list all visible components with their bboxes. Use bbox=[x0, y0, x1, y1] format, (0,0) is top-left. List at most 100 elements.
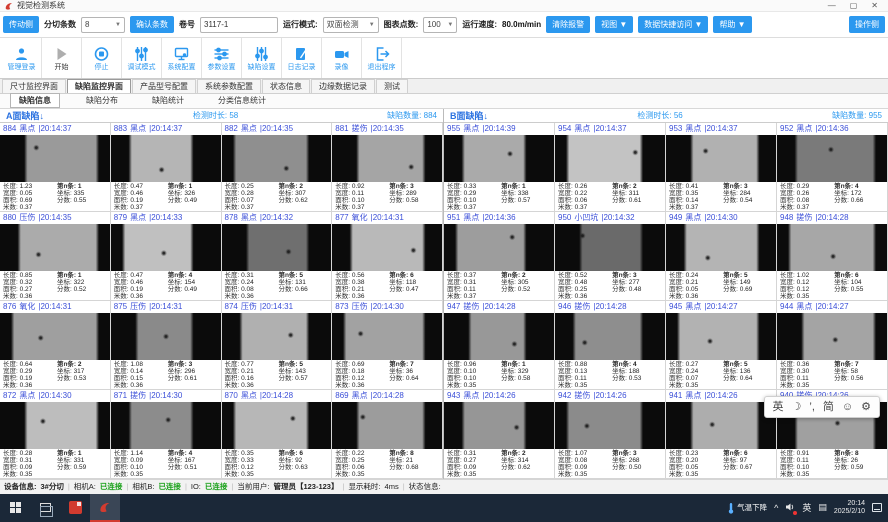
exit-program-button[interactable]: 退出程序 bbox=[362, 38, 402, 77]
hidden-icons-chevron[interactable]: ^ bbox=[774, 503, 778, 513]
defect-cell[interactable]: 878 黑点 |20:14:32 长度: 0.31 宽度: 0.24 面积: 0… bbox=[222, 212, 333, 301]
tab-product-config[interactable]: 产品型号配置 bbox=[132, 79, 196, 93]
defect-cell[interactable]: 941 黑点 |20:14:26 长度: 0.23 宽度: 0.20 面积: 0… bbox=[666, 390, 777, 479]
defect-cell[interactable]: 953 黑点 |20:14:37 长度: 0.41 宽度: 0.35 面积: 0… bbox=[666, 123, 777, 212]
defect-cell[interactable]: 884 黑点 |20:14:37 长度: 1.23 宽度: 0.05 面积: 0… bbox=[0, 123, 111, 212]
defect-cell[interactable]: 954 黑点 |20:14:37 长度: 0.26 宽度: 0.22 面积: 0… bbox=[555, 123, 666, 212]
chart-points-select[interactable]: 100▼ bbox=[423, 17, 457, 33]
defect-image[interactable] bbox=[666, 224, 776, 271]
defect-cell[interactable]: 881 搓伤 |20:14:35 长度: 0.92 宽度: 0.11 面积: 0… bbox=[332, 123, 443, 212]
subtab-defect-stats[interactable]: 缺陷统计 bbox=[144, 94, 192, 107]
defect-cell[interactable]: 945 黑点 |20:14:27 长度: 0.27 宽度: 0.24 面积: 0… bbox=[666, 301, 777, 390]
defect-settings-button[interactable]: 缺陷设置 bbox=[242, 38, 282, 77]
confirm-count-button[interactable]: 确认条数 bbox=[130, 16, 174, 33]
admin-login-button[interactable]: 管理登录 bbox=[2, 38, 42, 77]
param-settings-button[interactable]: 参数设置 bbox=[202, 38, 242, 77]
close-icon[interactable]: ✕ bbox=[871, 1, 878, 11]
defect-cell[interactable]: 942 搓伤 |20:14:26 长度: 1.07 宽度: 0.08 面积: 0… bbox=[555, 390, 666, 479]
defect-cell[interactable]: 883 黑点 |20:14:37 长度: 0.47 宽度: 0.46 面积: 0… bbox=[111, 123, 222, 212]
defect-image[interactable] bbox=[777, 224, 887, 271]
action-center-icon[interactable] bbox=[872, 503, 882, 512]
clear-alarm-button[interactable]: 清除报警 bbox=[546, 16, 590, 33]
tab-status-info[interactable]: 状态信息 bbox=[262, 79, 310, 93]
defect-cell[interactable]: 950 小凹坑 |20:14:32 长度: 0.52 宽度: 0.48 面积: … bbox=[555, 212, 666, 301]
defect-cell[interactable]: 946 搓伤 |20:14:28 长度: 0.88 宽度: 0.13 面积: 0… bbox=[555, 301, 666, 390]
defect-cell[interactable]: 952 黑点 |20:14:36 长度: 0.29 宽度: 0.26 面积: 0… bbox=[777, 123, 888, 212]
defect-cell[interactable]: 875 压伤 |20:14:31 长度: 1.08 宽度: 0.14 面积: 0… bbox=[111, 301, 222, 390]
defect-image[interactable] bbox=[332, 135, 442, 182]
weather-widget[interactable]: 气温下降 bbox=[727, 502, 767, 514]
defect-cell[interactable]: 955 黑点 |20:14:39 长度: 0.33 宽度: 0.29 面积: 0… bbox=[444, 123, 555, 212]
defect-cell[interactable]: 949 黑点 |20:14:30 长度: 0.24 宽度: 0.21 面积: 0… bbox=[666, 212, 777, 301]
defect-image[interactable] bbox=[222, 313, 332, 360]
defect-image[interactable] bbox=[555, 135, 665, 182]
subtab-defect-info[interactable]: 缺陷信息 bbox=[10, 93, 60, 108]
defect-cell[interactable]: 872 黑点 |20:14:30 长度: 0.28 宽度: 0.31 面积: 0… bbox=[0, 390, 111, 479]
defect-image[interactable] bbox=[222, 402, 332, 449]
debug-mode-button[interactable]: 调试模式 bbox=[122, 38, 162, 77]
defect-image[interactable] bbox=[444, 402, 554, 449]
panel-b-title[interactable]: B面缺陷↓ bbox=[450, 109, 488, 122]
subtab-class-info-stats[interactable]: 分类信息统计 bbox=[210, 94, 274, 107]
defect-image[interactable] bbox=[0, 224, 110, 271]
defect-image[interactable] bbox=[222, 135, 332, 182]
task-view-button[interactable] bbox=[30, 494, 60, 522]
tab-test[interactable]: 测试 bbox=[376, 79, 408, 93]
defect-image[interactable] bbox=[0, 135, 110, 182]
defect-cell[interactable]: 876 氧化 |20:14:31 长度: 0.64 宽度: 0.29 面积: 0… bbox=[0, 301, 111, 390]
ime-simplified-toggle[interactable]: 简 bbox=[823, 397, 834, 417]
tab-size-monitor[interactable]: 尺寸监控界面 bbox=[2, 79, 66, 93]
stop-button[interactable]: 停止 bbox=[82, 38, 122, 77]
start-menu-button[interactable] bbox=[0, 494, 30, 522]
ime-punctuation-toggle[interactable]: ’, bbox=[809, 397, 815, 417]
touch-keyboard-icon[interactable]: ▤ bbox=[818, 502, 827, 513]
data-quick-access-button[interactable]: 数据快捷访问 ▼ bbox=[638, 16, 708, 33]
defect-image[interactable] bbox=[111, 313, 221, 360]
defect-image[interactable] bbox=[111, 402, 221, 449]
defect-image[interactable] bbox=[666, 402, 776, 449]
volume-button[interactable] bbox=[785, 502, 795, 514]
help-menu-button[interactable]: 帮助 ▼ bbox=[713, 16, 751, 33]
tab-edge-data[interactable]: 边缘数据记录 bbox=[311, 79, 375, 93]
operate-side-button[interactable]: 操作侧 bbox=[849, 16, 885, 33]
defect-image[interactable] bbox=[666, 135, 776, 182]
minimize-icon[interactable]: — bbox=[828, 1, 836, 11]
defect-image[interactable] bbox=[111, 224, 221, 271]
defect-image[interactable] bbox=[666, 313, 776, 360]
defect-cell[interactable]: 870 黑点 |20:14:28 长度: 0.35 宽度: 0.33 面积: 0… bbox=[222, 390, 333, 479]
run-mode-select[interactable]: 双面检测▼ bbox=[323, 17, 379, 33]
system-config-button[interactable]: 系统配置 bbox=[162, 38, 202, 77]
defect-image[interactable] bbox=[0, 313, 110, 360]
defect-image[interactable] bbox=[777, 135, 887, 182]
moon-icon[interactable]: ☽ bbox=[792, 397, 802, 417]
defect-cell[interactable]: 877 氧化 |20:14:31 长度: 0.56 宽度: 0.38 面积: 0… bbox=[332, 212, 443, 301]
defect-image[interactable] bbox=[444, 313, 554, 360]
defect-cell[interactable]: 873 压伤 |20:14:30 长度: 0.69 宽度: 0.18 面积: 0… bbox=[332, 301, 443, 390]
defect-cell[interactable]: 869 黑点 |20:14:28 长度: 0.22 宽度: 0.25 面积: 0… bbox=[332, 390, 443, 479]
defect-cell[interactable]: 951 黑点 |20:14:36 长度: 0.37 宽度: 0.31 面积: 0… bbox=[444, 212, 555, 301]
defect-image[interactable] bbox=[222, 224, 332, 271]
defect-image[interactable] bbox=[332, 224, 442, 271]
defect-image[interactable] bbox=[444, 224, 554, 271]
defect-cell[interactable]: 944 黑点 |20:14:27 长度: 0.36 宽度: 0.30 面积: 0… bbox=[777, 301, 888, 390]
language-indicator[interactable]: 英 bbox=[802, 501, 811, 514]
log-record-button[interactable]: 日志记录 bbox=[282, 38, 322, 77]
defect-cell[interactable]: 874 压伤 |20:14:31 长度: 0.77 宽度: 0.21 面积: 0… bbox=[222, 301, 333, 390]
defect-image[interactable] bbox=[555, 224, 665, 271]
taskbar-app-inspection[interactable] bbox=[90, 494, 120, 522]
view-menu-button[interactable]: 视图 ▼ bbox=[595, 16, 633, 33]
defect-image[interactable] bbox=[332, 402, 442, 449]
panel-a-title[interactable]: A面缺陷↓ bbox=[6, 109, 44, 122]
defect-image[interactable] bbox=[555, 313, 665, 360]
record-video-button[interactable]: 录像 bbox=[322, 38, 362, 77]
defect-image[interactable] bbox=[555, 402, 665, 449]
clock-widget[interactable]: 20:14 2025/2/10 bbox=[834, 500, 865, 516]
start-button[interactable]: 开始 bbox=[42, 38, 82, 77]
defect-cell[interactable]: 871 搓伤 |20:14:30 长度: 1.14 宽度: 0.09 面积: 0… bbox=[111, 390, 222, 479]
defect-cell[interactable]: 948 搓伤 |20:14:28 长度: 1.02 宽度: 0.12 面积: 0… bbox=[777, 212, 888, 301]
subtab-defect-distribution[interactable]: 缺陷分布 bbox=[78, 94, 126, 107]
defect-cell[interactable]: 882 黑点 |20:14:35 长度: 0.25 宽度: 0.28 面积: 0… bbox=[222, 123, 333, 212]
defect-cell[interactable]: 943 黑点 |20:14:26 长度: 0.31 宽度: 0.27 面积: 0… bbox=[444, 390, 555, 479]
gear-icon[interactable]: ⚙ bbox=[861, 397, 871, 417]
ime-language-toggle[interactable]: 英 bbox=[773, 397, 784, 417]
